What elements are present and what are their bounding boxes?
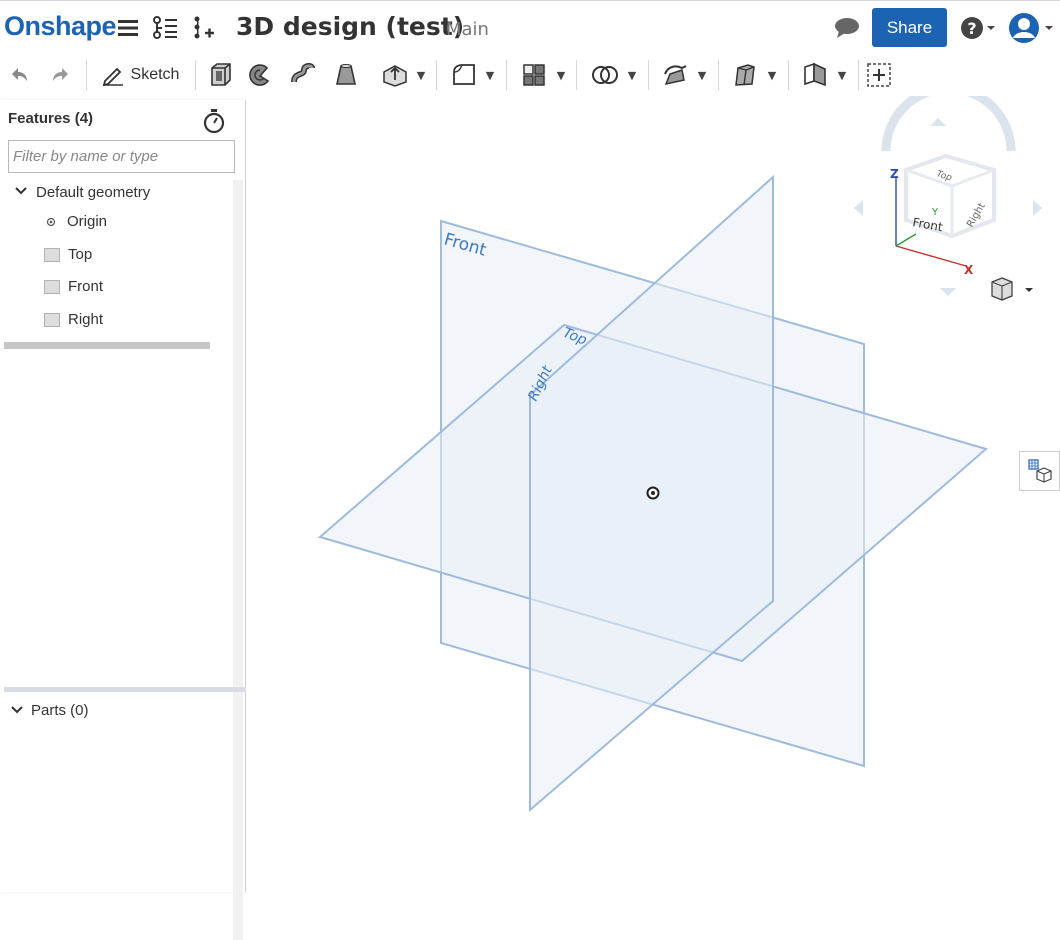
axis-x-label: X	[964, 263, 974, 277]
feature-tree-panel: Features (4) Default geometry Origin Top…	[0, 100, 246, 940]
tree-item-origin[interactable]: Origin	[46, 213, 107, 230]
feature-filter-input[interactable]	[8, 140, 235, 173]
sketch-button[interactable]: Sketch	[94, 59, 186, 91]
plane-icon	[44, 312, 60, 327]
tree-item-label: Front	[68, 278, 104, 295]
appearance-panel-tab[interactable]	[1019, 451, 1060, 491]
fillet-dropdown[interactable]: ▼	[444, 59, 500, 91]
feature-toolbar: Sketch ▼ ▼ ▼ ▼ ▼ ▼ ▼	[0, 54, 1060, 96]
feature-tree-scrollbar[interactable]	[233, 180, 243, 940]
branch-name[interactable]: Main	[446, 19, 489, 40]
tree-item-front[interactable]: Front	[44, 278, 103, 295]
insert-feature-icon[interactable]	[190, 15, 216, 41]
chevron-down-icon	[10, 702, 24, 719]
graphics-viewport[interactable]: Front Top Right Top Front Right Z X Y	[246, 96, 1060, 892]
share-button[interactable]: Share	[872, 8, 947, 47]
chevron-down-icon: ▼	[837, 68, 847, 82]
chevron-down-icon: ▼	[767, 68, 777, 82]
plane-dropdown[interactable]: ▼	[796, 59, 852, 91]
tree-item-label: Origin	[67, 213, 108, 230]
features-title: Features (4)	[8, 110, 94, 127]
tree-item-top[interactable]: Top	[44, 246, 92, 263]
horizontal-scrollbar[interactable]	[4, 342, 210, 349]
hamburger-menu-icon[interactable]	[115, 15, 141, 41]
plane-icon	[44, 279, 60, 294]
shell-dropdown[interactable]: ▼	[726, 59, 782, 91]
split-dropdown[interactable]: ▼	[656, 59, 712, 91]
pencil-icon	[102, 67, 123, 86]
feature-list-icon[interactable]	[152, 15, 178, 41]
add-custom-feature-button[interactable]	[864, 59, 894, 91]
plane-icon	[44, 247, 60, 262]
group-label: Default geometry	[36, 184, 151, 201]
toolbar-separator	[648, 60, 649, 90]
view-options-dropdown[interactable]	[991, 277, 1033, 301]
origin-icon	[46, 217, 60, 227]
toolbar-separator	[788, 60, 789, 90]
toolbar-separator	[86, 60, 87, 90]
toolbar-separator	[195, 60, 196, 90]
parts-group[interactable]: Parts (0)	[10, 702, 89, 719]
boolean-dropdown[interactable]: ▼	[584, 59, 642, 91]
pattern-dropdown[interactable]: ▼	[514, 59, 572, 91]
thicken-dropdown[interactable]: ▼	[374, 59, 432, 91]
sketch-label: Sketch	[130, 66, 180, 83]
toolbar-separator	[436, 60, 437, 90]
toolbar-separator	[576, 60, 577, 90]
default-geometry-group[interactable]: Default geometry	[14, 184, 150, 201]
origin-marker[interactable]	[646, 486, 660, 500]
document-title[interactable]: 3D design (test)	[236, 12, 464, 41]
onshape-logo[interactable]: Onshape	[4, 11, 117, 42]
toolbar-separator	[506, 60, 507, 90]
help-menu[interactable]: ?	[958, 15, 1000, 41]
chevron-down-icon: ▼	[416, 68, 426, 82]
tree-item-right[interactable]: Right	[44, 311, 103, 328]
loft-icon[interactable]	[331, 59, 361, 91]
extrude-icon[interactable]	[205, 59, 235, 91]
sweep-icon[interactable]	[288, 59, 318, 91]
toolbar-separator	[718, 60, 719, 90]
chevron-down-icon: ▼	[627, 68, 637, 82]
chevron-down-icon: ▼	[556, 68, 566, 82]
redo-button[interactable]	[48, 59, 74, 91]
appearance-icon	[1027, 459, 1052, 483]
parts-label: Parts (0)	[31, 702, 89, 719]
tree-item-label: Right	[68, 311, 104, 328]
svg-text:?: ?	[967, 19, 976, 38]
comment-icon[interactable]	[832, 15, 862, 41]
axis-y-label: Y	[931, 207, 939, 218]
chevron-down-icon	[14, 186, 28, 199]
toolbar-separator	[858, 60, 859, 90]
user-avatar-menu[interactable]	[1008, 12, 1058, 44]
chevron-down-icon: ▼	[697, 68, 707, 82]
revolve-icon[interactable]	[245, 59, 275, 91]
panel-divider[interactable]	[4, 687, 246, 692]
axis-z-label: Z	[890, 167, 899, 181]
top-header: Onshape 3D design (test) Main Share ?	[0, 0, 1060, 54]
undo-button[interactable]	[6, 59, 32, 91]
timer-icon[interactable]	[202, 108, 226, 138]
chevron-down-icon: ▼	[485, 68, 495, 82]
view-cube[interactable]: Top Front Right Z X Y	[854, 96, 1042, 296]
tree-item-label: Top	[68, 246, 93, 263]
